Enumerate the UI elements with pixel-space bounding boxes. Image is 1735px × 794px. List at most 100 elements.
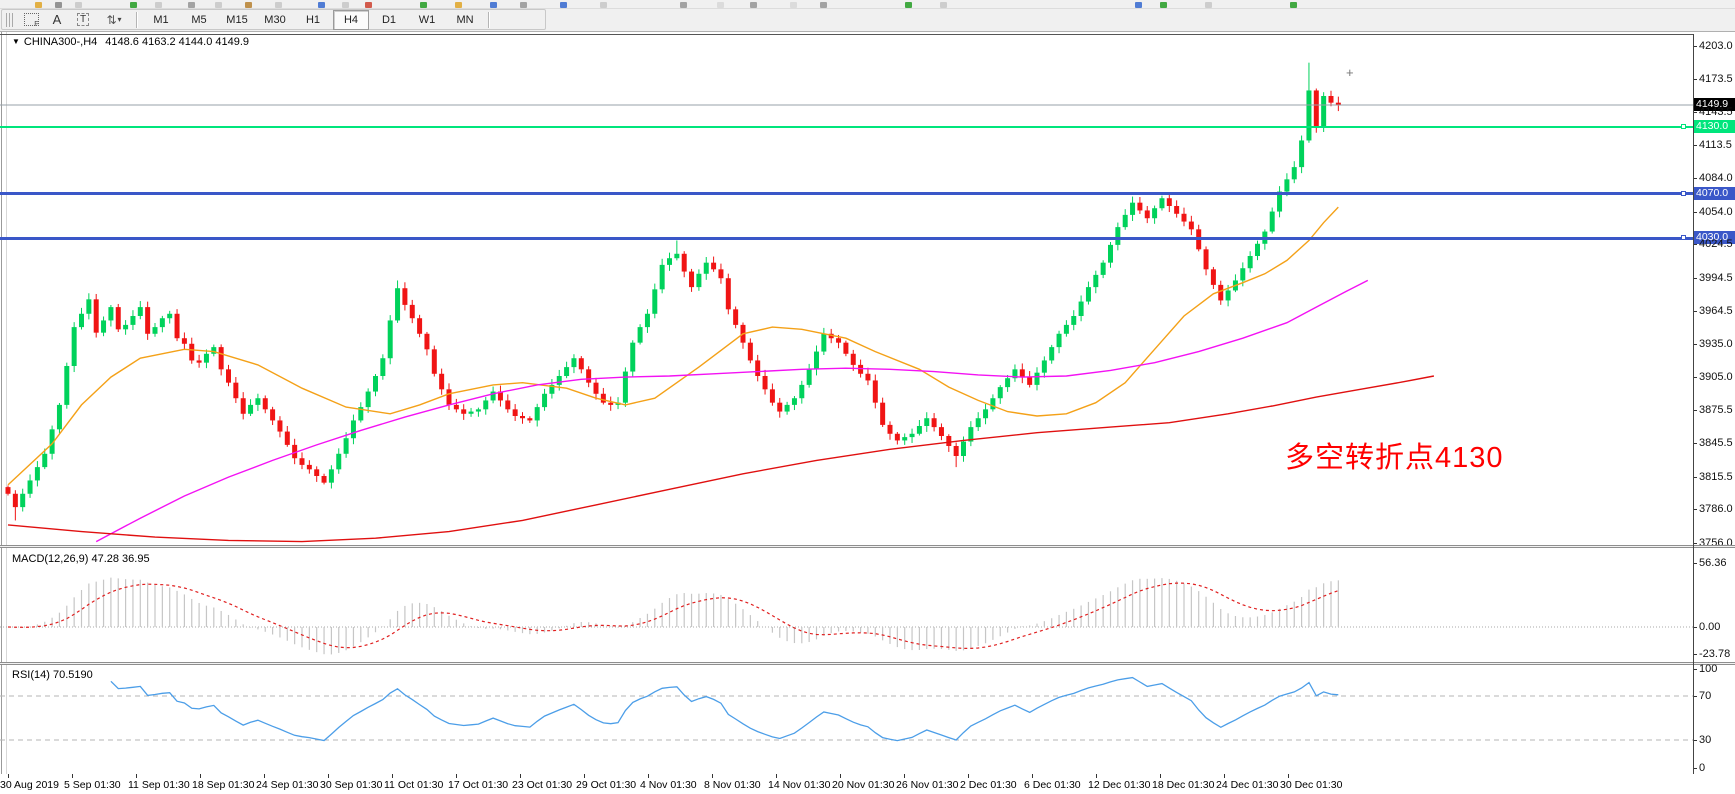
clipped-toolbar-icon [905, 2, 912, 8]
ma-slow-red[interactable] [8, 376, 1434, 542]
time-axis-label: 12 Dec 01:30 [1088, 779, 1150, 791]
time-axis-label: 8 Nov 01:30 [704, 779, 761, 791]
time-axis-label: 20 Nov 01:30 [832, 779, 894, 791]
clipped-toolbar-icon [1160, 2, 1167, 8]
time-axis-label: 11 Oct 01:30 [384, 779, 443, 791]
ma-fast-orange[interactable] [8, 207, 1338, 485]
rsi-axis-label: 70 [1699, 690, 1711, 702]
time-axis[interactable]: 30 Aug 20195 Sep 01:3011 Sep 01:3018 Sep… [0, 774, 1735, 794]
time-axis-label: 30 Sep 01:30 [320, 779, 382, 791]
timeframe-button-d1[interactable]: D1 [371, 10, 407, 30]
timeframe-button-m15[interactable]: M15 [219, 10, 255, 30]
timeframe-button-m30[interactable]: M30 [257, 10, 293, 30]
price-axis-label: 4113.5 [1699, 139, 1732, 151]
price-axis-label: 4054.0 [1699, 206, 1733, 218]
timeframe-buttons: M1M5M15M30H1H4D1W1MN [142, 10, 484, 30]
timeframe-button-m5[interactable]: M5 [181, 10, 217, 30]
time-axis-label: 4 Nov 01:30 [640, 779, 697, 791]
clipped-toolbar-icon [790, 2, 797, 8]
arrow-tools-button[interactable]: ⇅ ▾ [97, 11, 131, 29]
rsi-panel[interactable] [0, 665, 1693, 774]
macd-axis-label: -23.78 [1699, 648, 1730, 660]
support-line-4030-handle[interactable] [1681, 235, 1686, 240]
clipped-toolbar-icon [680, 2, 687, 8]
clipped-toolbar-icon [490, 2, 497, 8]
clipped-toolbar-icon [35, 2, 42, 8]
price-axis-label: 4203.0 [1699, 40, 1733, 52]
timeframe-button-mn[interactable]: MN [447, 10, 483, 30]
price-axis-label: 3935.0 [1699, 338, 1733, 350]
time-axis-tick [584, 774, 585, 778]
clipped-toolbar-icon [188, 2, 195, 8]
clipped-toolbar-icon [75, 2, 82, 8]
toolbar-grip[interactable] [6, 13, 14, 27]
time-axis-label: 5 Sep 01:30 [64, 779, 121, 791]
macd-label: MACD(12,26,9) 47.28 36.95 [12, 553, 150, 565]
clipped-toolbar-icon [520, 2, 527, 8]
chart-window: ▼CHINA300-,H44148.6 4163.2 4144.0 4149.9… [0, 31, 1735, 794]
price-axis-label: 3964.5 [1699, 305, 1733, 317]
resistance-line-4070-price-tag: 4070.0 [1694, 187, 1735, 200]
timeframe-button-h4[interactable]: H4 [333, 10, 369, 30]
rsi-axis-label: 0 [1699, 762, 1705, 774]
time-axis-tick [712, 774, 713, 778]
text-label-button[interactable]: T [71, 11, 95, 29]
quote-line: ▼CHINA300-,H44148.6 4163.2 4144.0 4149.9 [12, 36, 249, 48]
rsi-axis-label: 30 [1699, 734, 1711, 746]
time-axis-tick [456, 774, 457, 778]
time-axis-tick [392, 774, 393, 778]
time-axis-tick [72, 774, 73, 778]
time-axis-label: 23 Oct 01:30 [512, 779, 572, 791]
support-line-4130[interactable] [0, 126, 1693, 128]
clipped-toolbar-icon [560, 2, 567, 8]
symbol-dropdown-icon[interactable]: ▼ [12, 37, 20, 46]
price-axis-border [1693, 34, 1694, 774]
clipped-toolbar-icon [245, 2, 252, 8]
support-line-4030[interactable] [0, 237, 1693, 240]
toolbar: F A T ⇅ ▾ M1M5M15M30H1H4D1W1MN [0, 9, 1735, 31]
time-axis-tick [328, 774, 329, 778]
rsi-axis-label: 100 [1699, 663, 1717, 675]
support-line-4130-handle[interactable] [1681, 124, 1686, 129]
time-axis-tick [1288, 774, 1289, 778]
price-axis-label: 3786.0 [1699, 503, 1733, 515]
time-axis-tick [1160, 774, 1161, 778]
clipped-toolbar-icon [55, 2, 62, 8]
time-axis-label: 17 Oct 01:30 [448, 779, 508, 791]
time-axis-tick [968, 774, 969, 778]
time-axis-tick [904, 774, 905, 778]
text-tool-button[interactable]: A [45, 11, 69, 29]
resistance-line-4070-handle[interactable] [1681, 191, 1686, 196]
timeframe-button-m1[interactable]: M1 [143, 10, 179, 30]
time-axis-label: 30 Aug 2019 [0, 779, 59, 791]
rsi-label: RSI(14) 70.5190 [12, 669, 93, 681]
ma-mid-magenta[interactable] [96, 280, 1368, 541]
timeframe-button-w1[interactable]: W1 [409, 10, 445, 30]
snap-grid-icon: F [24, 13, 39, 26]
cursor-crosshair-icon: + [1346, 65, 1354, 80]
toolbar-separator [488, 12, 490, 28]
time-axis-tick [200, 774, 201, 778]
time-axis-tick [264, 774, 265, 778]
price-axis-label: 4143.5 [1699, 106, 1733, 118]
time-axis-tick [1032, 774, 1033, 778]
price-axis-label: 4024.5 [1699, 238, 1733, 250]
price-axis-label: 3994.5 [1699, 272, 1733, 284]
clipped-toolbar-icon [750, 2, 757, 8]
clipped-toolbar-icon [940, 2, 947, 8]
panel-separator[interactable] [0, 545, 1735, 548]
time-axis-label: 6 Dec 01:30 [1024, 779, 1081, 791]
price-axis-label: 3905.0 [1699, 371, 1733, 383]
clipped-toolbar-icon [130, 2, 137, 8]
time-axis-tick [648, 774, 649, 778]
clipped-toolbar-icon [420, 2, 427, 8]
clipped-toolbar-icon [1135, 2, 1142, 8]
time-axis-tick [136, 774, 137, 778]
macd-panel[interactable] [0, 549, 1693, 662]
timeframe-button-h1[interactable]: H1 [295, 10, 331, 30]
snap-grid-button[interactable]: F [19, 11, 43, 29]
resistance-line-4070[interactable] [0, 192, 1693, 195]
chart-annotation-text[interactable]: 多空转折点4130 [1285, 434, 1504, 476]
price-axis-label: 4084.0 [1699, 172, 1733, 184]
time-axis-label: 14 Nov 01:30 [768, 779, 830, 791]
